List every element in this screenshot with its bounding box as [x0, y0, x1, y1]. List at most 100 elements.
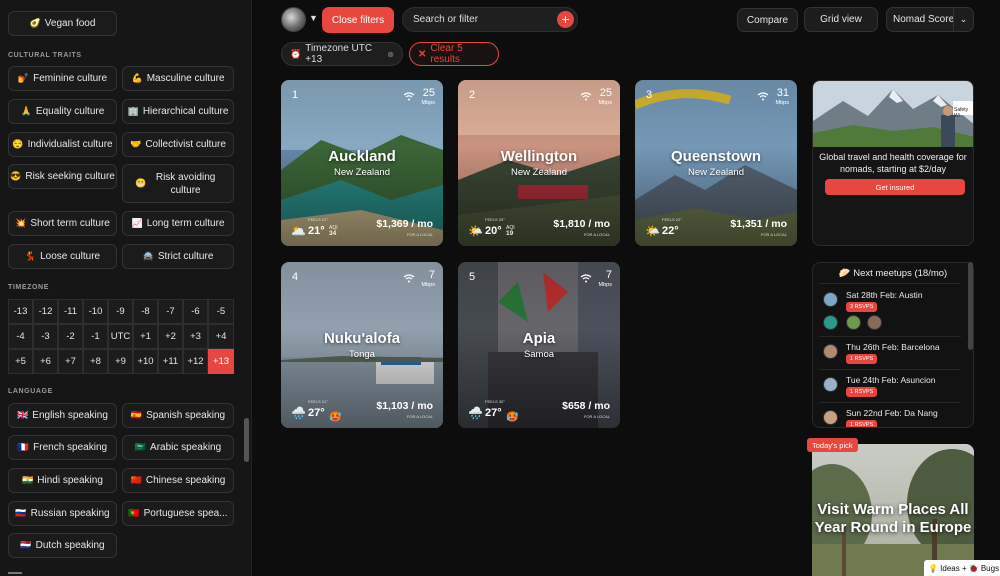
city-card[interactable]: 2 25 Mbps Wellington New Zealand 🌤️ FEELS 20° 2…	[458, 80, 620, 246]
timezone-option[interactable]: +5	[8, 349, 33, 374]
timezone-option[interactable]: -4	[8, 324, 33, 349]
cost-label: FOR A LOCAL	[406, 414, 433, 419]
timezone-option[interactable]: -13	[8, 299, 33, 324]
timezone-option[interactable]: -5	[208, 299, 234, 324]
wifi-icon	[757, 92, 769, 101]
culture-filter-chip[interactable]: 🏢 Hierarchical culture	[122, 99, 234, 124]
language-filter-chip[interactable]: 🇪🇸 Spanish speaking	[122, 403, 234, 428]
timezone-option[interactable]: +6	[33, 349, 58, 374]
language-filter-chip[interactable]: 🇳🇱 Dutch speaking	[8, 533, 117, 558]
compare-button[interactable]: Compare	[737, 8, 798, 32]
timezone-option[interactable]: -10	[83, 299, 108, 324]
timezone-option[interactable]: +8	[83, 349, 108, 374]
timezone-option[interactable]: -2	[58, 324, 83, 349]
language-filter-chip[interactable]: 🇷🇺 Russian speaking	[8, 501, 117, 526]
cost-label: FOR A LOCAL	[406, 232, 433, 237]
feedback-bar[interactable]: 💡 Ideas + 🐞 Bugs	[924, 560, 1000, 576]
chevron-down-icon[interactable]: ▼	[309, 13, 318, 23]
culture-filter-chip[interactable]: 🤝 Collectivist culture	[122, 132, 234, 157]
avatar	[823, 315, 838, 330]
rsvp-badge: 1 RSVPS	[846, 420, 878, 427]
language-filter-chip[interactable]: 🇸🇦 Arabic speaking	[122, 435, 234, 460]
timezone-option[interactable]: +1	[133, 324, 158, 349]
meetup-date: Tue 24th Feb: Asuncion	[846, 375, 936, 385]
get-insured-button[interactable]: Get insured	[825, 179, 965, 195]
timezone-option[interactable]: -8	[133, 299, 158, 324]
language-filter-chip[interactable]: 🇨🇳 Chinese speaking	[122, 468, 234, 493]
language-filter-chip[interactable]: 🇫🇷 French speaking	[8, 435, 117, 460]
timezone-option[interactable]: +7	[58, 349, 83, 374]
sort-select[interactable]: Nomad Score ⌄	[886, 7, 974, 32]
timezone-option[interactable]: -1	[83, 324, 108, 349]
close-filters-button[interactable]: Close filters	[322, 7, 394, 33]
culture-filter-chip[interactable]: 😎 Risk seeking culture	[8, 164, 117, 189]
bugs-button[interactable]: 🐞 Bugs	[969, 564, 999, 573]
culture-emoji-icon: 🙏	[20, 106, 32, 116]
culture-filter-chip[interactable]: 😌 Individualist culture	[8, 132, 117, 157]
timezone-option[interactable]: +9	[108, 349, 133, 374]
language-filter-chip[interactable]: 🇵🇹 Portuguese spea...	[122, 501, 234, 526]
culture-filter-chip[interactable]: 🚔 Strict culture	[122, 244, 234, 269]
todays-pick-card[interactable]: Visit Warm Places All Year Round in Euro…	[812, 444, 974, 576]
culture-filter-chip[interactable]: 😬 Risk avoiding culture	[122, 164, 234, 203]
cost-label: FOR A LOCAL	[583, 232, 610, 237]
culture-filter-chip[interactable]: 📈 Long term culture	[122, 211, 234, 236]
culture-filter-chip[interactable]: 💃 Loose culture	[8, 244, 117, 269]
city-card[interactable]: 1 25 Mbps Auckland New Zealand 🌥️ FEELS 21° 21°…	[281, 80, 443, 246]
culture-filter-chip[interactable]: 💪 Masculine culture	[122, 66, 234, 91]
culture-filter-label: Risk seeking culture	[25, 171, 115, 182]
next-section-heading	[8, 572, 22, 574]
culture-emoji-icon: 😬	[135, 178, 147, 188]
vegan-food-filter[interactable]: 🥑 Vegan food	[8, 11, 117, 36]
culture-filter-chip[interactable]: 💅 Feminine culture	[8, 66, 117, 91]
city-card[interactable]: 5 7 Mbps Apia Samoa 🌧️ FEELS 30° 27° 🥵 $658 / mo F…	[458, 262, 620, 428]
timezone-filter-tag[interactable]: ⏰ Timezone UTC +13 ⊗	[281, 42, 403, 66]
culture-filter-chip[interactable]: 💥 Short term culture	[8, 211, 117, 236]
timezone-option[interactable]: -11	[58, 299, 83, 324]
timezone-option[interactable]: -9	[108, 299, 133, 324]
close-icon[interactable]: ⊗	[387, 50, 394, 59]
sidebar-scrollbar[interactable]	[244, 418, 249, 462]
timezone-option[interactable]: -7	[158, 299, 183, 324]
city-rank: 2	[469, 89, 476, 101]
language-filter-label: Dutch speaking	[35, 540, 105, 551]
ad-text: Global travel and health coverage for no…	[819, 152, 967, 174]
timezone-option[interactable]: +12	[183, 349, 208, 374]
internet-speed: 25 Mbps	[599, 88, 612, 108]
flag-icon: 🇪🇸	[130, 410, 143, 420]
search-input[interactable]	[402, 7, 578, 32]
timezone-option[interactable]: +3	[183, 324, 208, 349]
timezone-option[interactable]: +4	[208, 324, 234, 349]
rsvp-badge: 1 RSVPS	[846, 387, 878, 397]
culture-filter-label: Hierarchical culture	[142, 106, 229, 117]
timezone-option[interactable]: +11	[158, 349, 183, 374]
culture-emoji-icon: 💅	[17, 73, 30, 83]
meetups-scrollbar[interactable]	[968, 262, 973, 350]
divider	[819, 369, 961, 370]
timezone-option[interactable]: +2	[158, 324, 183, 349]
ideas-button[interactable]: 💡 Ideas +	[928, 564, 967, 573]
timezone-option[interactable]: -6	[183, 299, 208, 324]
timezone-option[interactable]: -12	[33, 299, 58, 324]
meetup-date: Sat 28th Feb: Austin	[846, 290, 923, 300]
culture-filter-chip[interactable]: 🙏 Equality culture	[8, 99, 117, 124]
wifi-icon	[580, 274, 592, 283]
timezone-option[interactable]: +10	[133, 349, 158, 374]
language-filter-chip[interactable]: 🇮🇳 Hindi speaking	[8, 468, 117, 493]
weather-icon: 🌤️	[645, 224, 660, 238]
language-filter-chip[interactable]: 🇬🇧 English speaking	[8, 403, 117, 428]
avatar	[823, 344, 838, 359]
city-card[interactable]: 3 31 Mbps Queenstown New Zealand 🌤️ FEELS 22° 2…	[635, 80, 797, 246]
cost-of-living: $1,103 / mo	[376, 400, 433, 412]
insurance-ad[interactable]: Safety Wi Global travel and health cover…	[812, 80, 974, 246]
aqi-value: 19	[506, 230, 514, 237]
timezone-option[interactable]: UTC	[108, 324, 133, 349]
clear-results-button[interactable]: ✕ Clear 5 results	[409, 42, 499, 66]
city-card[interactable]: 4 7 Mbps Nuku'alofa Tonga 🌧️ FEELS 31° 27° 🥵 $1,1…	[281, 262, 443, 428]
plus-icon[interactable]: +	[557, 11, 574, 28]
flag-icon: 🇵🇹	[128, 508, 140, 518]
timezone-option[interactable]: +13	[208, 349, 234, 374]
timezone-option[interactable]: -3	[33, 324, 58, 349]
user-avatar[interactable]	[281, 7, 306, 32]
grid-view-button[interactable]: Grid view	[804, 7, 878, 32]
